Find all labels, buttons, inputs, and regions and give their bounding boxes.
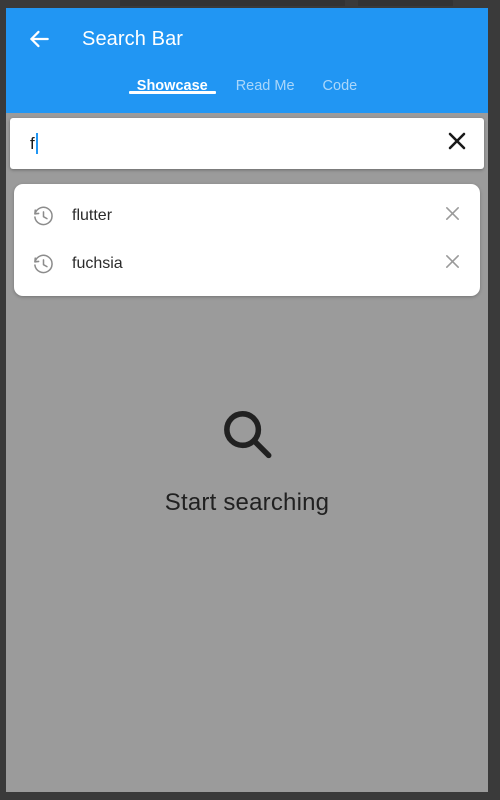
search-bar[interactable]: f <box>10 118 484 169</box>
suggestion-item-fuchsia[interactable]: fuchsia <box>14 240 480 288</box>
suggestion-label: flutter <box>72 207 113 224</box>
tab-code[interactable]: Code <box>309 70 372 94</box>
empty-state-label: Start searching <box>164 489 330 516</box>
page-title: Search Bar <box>82 27 184 50</box>
tab-active-indicator <box>128 91 216 94</box>
app-bar-top-row: Search Bar <box>6 8 488 70</box>
search-icon <box>216 404 278 471</box>
arrow-back-icon <box>26 26 52 52</box>
close-icon <box>442 203 463 229</box>
history-icon <box>14 253 72 276</box>
tab-read-me[interactable]: Read Me <box>222 70 309 94</box>
search-clear-button[interactable] <box>430 118 484 169</box>
tab-bar: Showcase Read Me Code <box>6 70 488 113</box>
suggestion-remove-button[interactable] <box>424 192 480 240</box>
app-bar: Search Bar Showcase Read Me Code <box>6 8 488 113</box>
tab-showcase[interactable]: Showcase <box>123 70 222 94</box>
browser-tab-shape-2 <box>358 0 453 6</box>
close-icon <box>445 129 469 158</box>
device-frame: Search Bar Showcase Read Me Code f flutt… <box>0 0 500 800</box>
suggestion-label: fuchsia <box>72 255 123 272</box>
tab-code-label: Code <box>322 78 358 94</box>
suggestion-remove-button[interactable] <box>424 240 480 288</box>
text-caret <box>35 133 38 154</box>
history-icon <box>14 205 72 228</box>
suggestion-item-flutter[interactable]: flutter <box>14 192 480 240</box>
empty-state: Start searching <box>6 404 488 517</box>
search-input[interactable]: f <box>10 118 430 169</box>
tab-read-me-label: Read Me <box>235 78 295 94</box>
back-button[interactable] <box>15 15 63 63</box>
search-input-value: f <box>30 134 35 153</box>
close-icon <box>442 251 463 277</box>
search-suggestions-list: flutter fuchsia <box>14 184 480 296</box>
browser-tab-shape-1 <box>120 0 345 6</box>
app-window: Search Bar Showcase Read Me Code f flutt… <box>6 8 488 792</box>
